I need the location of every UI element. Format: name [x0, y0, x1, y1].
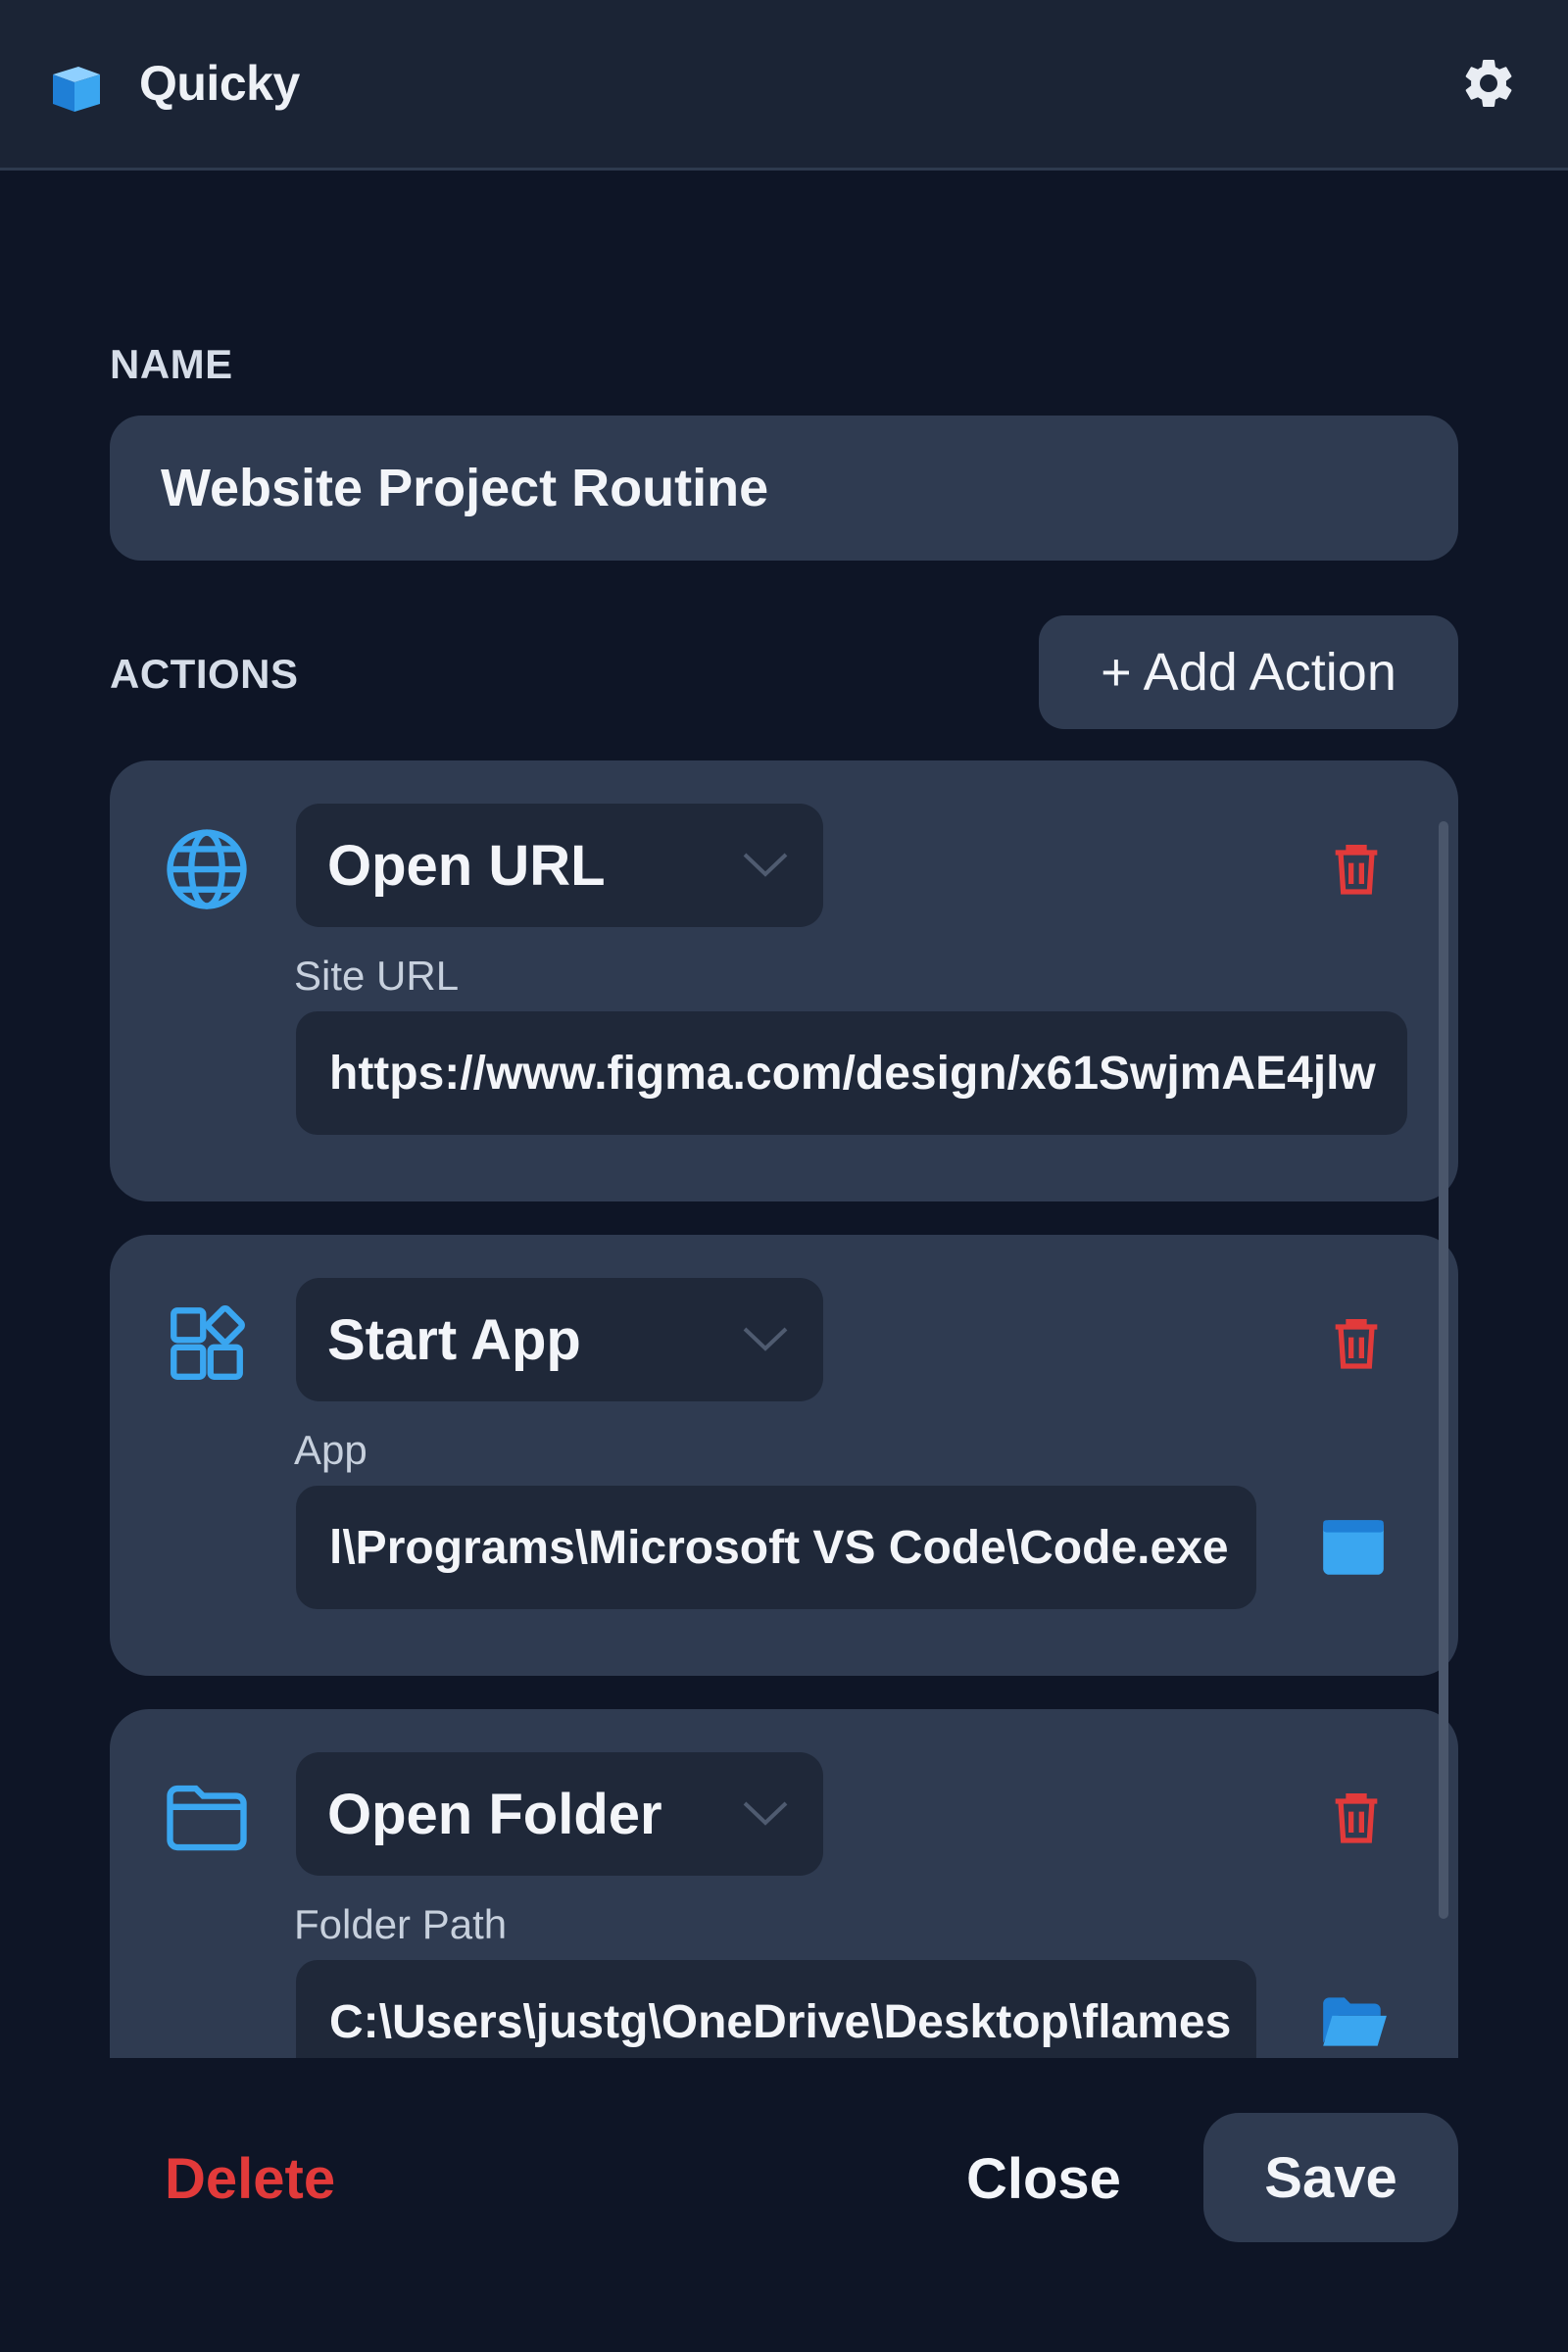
settings-button[interactable] — [1454, 49, 1523, 118]
actions-scrollbar[interactable] — [1439, 821, 1448, 1919]
folder-path-label: Folder Path — [294, 1901, 508, 1947]
action-type-select[interactable]: Open URL — [296, 804, 823, 927]
add-action-button[interactable]: + Add Action — [1039, 615, 1458, 729]
trash-icon[interactable] — [1325, 1786, 1388, 1848]
site-url-input[interactable]: https://www.figma.com/design/x61SwjmAE4j… — [296, 1011, 1407, 1135]
save-button[interactable]: Save — [1203, 2113, 1458, 2242]
action-card-start-app: Start App App l\Programs\Microsoft VS Co… — [110, 1235, 1458, 1676]
name-input[interactable] — [110, 416, 1458, 561]
action-type-label: Start App — [327, 1308, 581, 1372]
globe-icon — [167, 829, 247, 909]
title-bar: Quicky — [0, 0, 1568, 171]
action-type-select[interactable]: Start App — [296, 1278, 823, 1401]
app-grid-icon — [171, 1305, 245, 1380]
gear-icon — [1465, 59, 1512, 107]
folder-open-icon[interactable] — [1317, 1985, 1390, 2058]
chevron-down-icon — [743, 853, 788, 877]
delete-button[interactable]: Delete — [165, 2146, 335, 2212]
name-label: NAME — [110, 341, 233, 387]
app-path-input[interactable]: l\Programs\Microsoft VS Code\Code.exe — [296, 1486, 1256, 1609]
trash-icon[interactable] — [1325, 1311, 1388, 1374]
action-card-open-url: Open URL Site URL https://www.figma.com/… — [110, 760, 1458, 1201]
cube-logo-icon — [53, 67, 100, 112]
trash-icon[interactable] — [1325, 837, 1388, 900]
action-type-label: Open Folder — [327, 1783, 662, 1846]
folder-icon — [167, 1785, 247, 1851]
action-type-label: Open URL — [327, 834, 606, 898]
app-title: Quicky — [139, 56, 300, 111]
app-label: App — [294, 1427, 368, 1473]
folder-path-input[interactable]: C:\Users\justg\OneDrive\Desktop\flames — [296, 1960, 1256, 2058]
close-button[interactable]: Close — [966, 2146, 1121, 2212]
action-card-open-folder: Open Folder Folder Path C:\Users\justg\O… — [110, 1709, 1458, 2058]
chevron-down-icon — [743, 1327, 788, 1351]
app-window: Quicky NAME ACTIONS + Add Action Open UR… — [0, 0, 1568, 2352]
window-icon[interactable] — [1317, 1511, 1390, 1584]
chevron-down-icon — [743, 1801, 788, 1826]
action-type-select[interactable]: Open Folder — [296, 1752, 823, 1876]
site-url-label: Site URL — [294, 953, 460, 999]
actions-label: ACTIONS — [110, 651, 299, 697]
actions-list: Open URL Site URL https://www.figma.com/… — [110, 760, 1458, 2058]
